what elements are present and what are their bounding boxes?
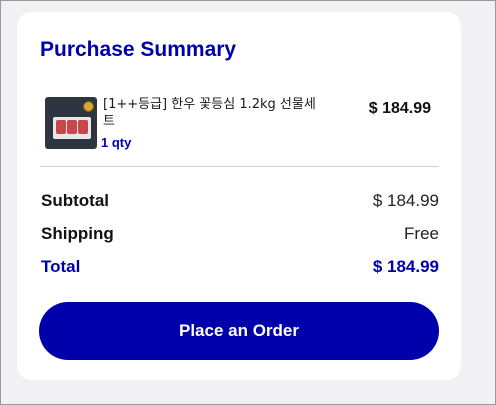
- shipping-label: Shipping: [41, 224, 114, 243]
- place-order-button[interactable]: Place an Order: [39, 302, 439, 360]
- beef-cut-icon: [67, 120, 77, 134]
- beef-cut-icon: [56, 120, 66, 134]
- total-label: Total: [41, 257, 81, 276]
- purchase-summary-card: Purchase Summary [1++등급] 한우 꽃등심 1.2kg 선물…: [17, 12, 461, 380]
- product-thumbnail: [45, 97, 97, 149]
- subtotal-label: Subtotal: [41, 191, 109, 210]
- total-value: $ 184.99: [372, 257, 439, 276]
- item-quantity: 1 qty: [101, 135, 132, 150]
- grade-badge-icon: [83, 101, 94, 112]
- divider: [40, 166, 439, 167]
- beef-cut-icon: [78, 120, 88, 134]
- purchase-summary-title: Purchase Summary: [40, 38, 237, 61]
- shipping-value: Free: [404, 224, 439, 243]
- subtotal-value: $ 184.99: [372, 191, 439, 210]
- item-price: $ 184.99: [368, 100, 431, 117]
- item-name: [1++등급] 한우 꽃등심 1.2kg 선물세트: [103, 97, 316, 129]
